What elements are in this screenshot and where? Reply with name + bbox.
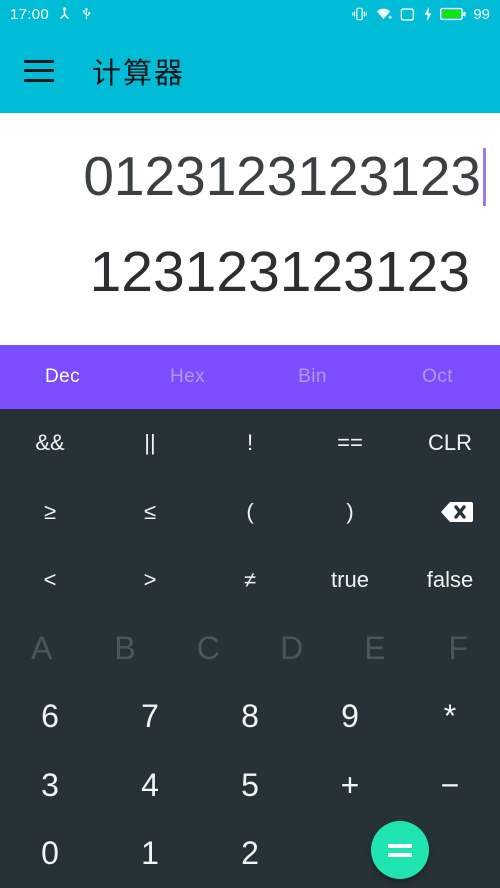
key-clear[interactable]: CLR xyxy=(400,409,500,477)
battery-icon xyxy=(440,7,466,21)
key-less-equal[interactable]: ≤ xyxy=(100,477,200,545)
key-backspace[interactable] xyxy=(400,477,500,545)
page-title: 计算器 xyxy=(92,55,186,90)
key-6[interactable]: 6 xyxy=(0,683,100,751)
tab-hex[interactable]: Hex xyxy=(125,366,250,388)
key-and[interactable]: && xyxy=(0,409,100,477)
key-greater-equal[interactable]: ≥ xyxy=(0,477,100,545)
status-bar-right: 99 xyxy=(351,6,490,23)
status-bar-clock: 17:00 xyxy=(10,5,50,23)
backspace-icon xyxy=(426,495,474,529)
status-bar: 17:00 99 xyxy=(0,0,500,28)
key-2[interactable]: 2 xyxy=(200,820,300,888)
usb-icon xyxy=(80,6,93,22)
equals-icon xyxy=(388,843,412,857)
key-c: C xyxy=(196,629,220,666)
key-e: E xyxy=(364,629,386,666)
tab-oct[interactable]: Oct xyxy=(375,366,500,388)
key-a: A xyxy=(30,629,53,666)
key-0[interactable]: 0 xyxy=(0,820,100,888)
key-or[interactable]: || xyxy=(100,409,200,477)
key-multiply[interactable]: * xyxy=(400,683,500,751)
base-tab-bar: Dec Hex Bin Oct xyxy=(0,345,500,409)
key-3[interactable]: 3 xyxy=(0,751,100,819)
expression-text: 0123123123123 xyxy=(83,145,481,208)
key-minus[interactable]: − xyxy=(400,751,500,819)
debug-person-icon xyxy=(57,6,72,22)
key-4[interactable]: 4 xyxy=(100,751,200,819)
key-less-than[interactable]: < xyxy=(0,546,100,614)
hamburger-menu-icon[interactable] xyxy=(24,59,54,82)
expression-input[interactable]: 0123123123123 xyxy=(83,146,486,207)
key-equals-equals[interactable]: == xyxy=(300,409,400,477)
app-bar: 计算器 xyxy=(0,28,500,113)
key-1[interactable]: 1 xyxy=(100,820,200,888)
key-close-paren[interactable]: ) xyxy=(300,477,400,545)
key-5[interactable]: 5 xyxy=(200,751,300,819)
digits-345-row: 3 4 5 + − xyxy=(0,751,500,819)
wifi-icon xyxy=(375,6,393,22)
equals-fab[interactable] xyxy=(371,821,429,879)
sim-card-icon xyxy=(399,7,416,22)
charging-bolt-icon xyxy=(423,6,433,22)
hex-letters-row: A B C D E F xyxy=(0,614,500,682)
key-open-paren[interactable]: ( xyxy=(200,477,300,545)
tab-bin[interactable]: Bin xyxy=(250,366,375,388)
key-7[interactable]: 7 xyxy=(100,683,200,751)
digits-6789-row: 6 7 8 9 * xyxy=(0,683,500,751)
key-not[interactable]: ! xyxy=(200,409,300,477)
calculator-app: 17:00 99 计算器 0123123123123 123123123123 … xyxy=(0,0,500,888)
key-9[interactable]: 9 xyxy=(300,683,400,751)
compare-paren-row: ≥ ≤ ( ) xyxy=(0,477,500,545)
status-bar-left: 17:00 xyxy=(10,6,93,23)
battery-percent-label: 99 xyxy=(473,5,490,23)
tab-dec[interactable]: Dec xyxy=(0,366,125,388)
key-b: B xyxy=(114,629,136,666)
key-d: D xyxy=(280,629,304,666)
key-not-equal[interactable]: ≠ xyxy=(200,546,300,614)
key-plus[interactable]: + xyxy=(300,751,400,819)
keypad: && || ! == CLR ≥ ≤ ( ) < > ≠ true false … xyxy=(0,409,500,888)
key-f: F xyxy=(448,629,469,666)
key-true[interactable]: true xyxy=(300,546,400,614)
text-cursor xyxy=(483,147,486,206)
result-value: 123123123123 xyxy=(89,239,470,304)
key-greater-than[interactable]: > xyxy=(100,546,200,614)
key-false[interactable]: false xyxy=(400,546,500,614)
key-8[interactable]: 8 xyxy=(200,683,300,751)
calculator-display[interactable]: 0123123123123 123123123123 xyxy=(0,113,500,345)
compare-bool-row: < > ≠ true false xyxy=(0,546,500,614)
logic-row: && || ! == CLR xyxy=(0,409,500,477)
vibrate-icon xyxy=(351,6,368,22)
